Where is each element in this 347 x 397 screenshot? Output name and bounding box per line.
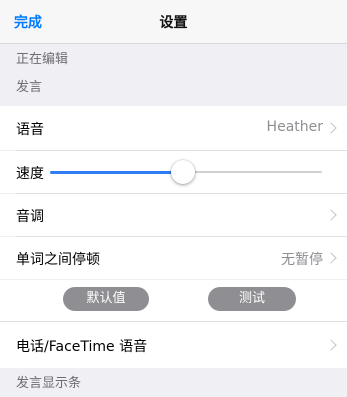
voice-label: 语音 xyxy=(16,122,44,138)
phone-facetime-voice-row[interactable]: 电话/FaceTime 语音 xyxy=(0,322,347,368)
page-title: 设置 xyxy=(159,15,188,31)
test-button[interactable]: 测试 xyxy=(208,287,296,311)
speed-label: 速度 xyxy=(16,166,44,182)
voice-value: Heather xyxy=(266,119,323,135)
word-pause-row[interactable]: 单词之间停顿 无暂停 xyxy=(0,237,347,279)
section-header-editing: 正在编辑 xyxy=(16,52,69,67)
chevron-right-icon xyxy=(325,252,337,264)
slider-thumb[interactable] xyxy=(171,160,195,184)
chevron-right-icon xyxy=(325,122,337,134)
slider-track xyxy=(183,171,322,173)
phone-facetime-voice-label: 电话/FaceTime 语音 xyxy=(16,339,148,355)
pitch-label: 音调 xyxy=(16,209,44,225)
speed-row: 速度 xyxy=(0,151,347,193)
chevron-right-icon xyxy=(325,339,337,351)
action-buttons-row: 默认值 测试 xyxy=(0,280,347,321)
default-button[interactable]: 默认值 xyxy=(63,287,149,311)
nav-bar: 完成 设置 xyxy=(0,0,347,44)
pitch-row[interactable]: 音调 xyxy=(0,194,347,236)
section-header-speech-display: 发言显示条 xyxy=(16,376,82,391)
slider-fill xyxy=(50,171,183,174)
section-header-speech: 发言 xyxy=(16,80,43,95)
chevron-right-icon xyxy=(325,209,337,221)
word-pause-value: 无暂停 xyxy=(281,252,323,268)
word-pause-label: 单词之间停顿 xyxy=(16,252,100,268)
speed-slider[interactable] xyxy=(50,159,322,185)
voice-row[interactable]: 语音 Heather xyxy=(0,106,347,150)
